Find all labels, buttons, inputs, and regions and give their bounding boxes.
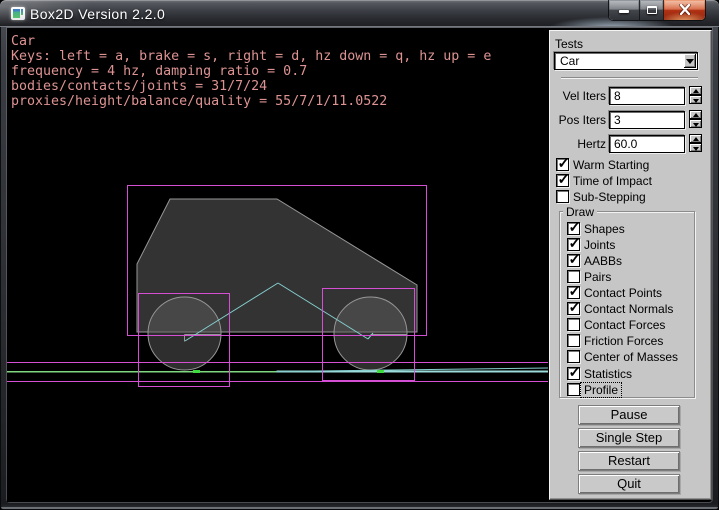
spinner-up-button[interactable] bbox=[689, 110, 702, 119]
close-button[interactable] bbox=[663, 0, 705, 20]
checkbox-warm-starting[interactable]: ✓ bbox=[556, 158, 569, 171]
app-icon-pane bbox=[13, 9, 20, 18]
minimize-button[interactable] bbox=[609, 0, 639, 20]
spinner-label: Vel Iters bbox=[550, 89, 606, 103]
checkbox-time-of-impact[interactable]: ✓ bbox=[556, 174, 569, 187]
hud-line: Keys: left = a, brake = s, right = d, hz… bbox=[11, 49, 491, 64]
checkmark-icon: ✓ bbox=[569, 236, 581, 252]
pause-button[interactable]: Pause bbox=[578, 405, 680, 425]
checkbox-contact-points[interactable]: ✓ bbox=[567, 286, 580, 299]
checkbox-contact-forces[interactable] bbox=[567, 318, 580, 331]
checkbox-label[interactable]: Profile bbox=[581, 383, 621, 397]
checkbox-label[interactable]: Pairs bbox=[584, 270, 611, 284]
arrow-down-icon bbox=[693, 99, 699, 103]
checkmark-icon: ✓ bbox=[569, 365, 581, 381]
contact-point-rear bbox=[193, 370, 200, 373]
checkbox-friction-forces[interactable] bbox=[567, 334, 580, 347]
checkbox-label[interactable]: Shapes bbox=[584, 222, 625, 236]
minimize-sheen bbox=[610, 1, 638, 10]
draw-group-title: Draw bbox=[563, 205, 597, 219]
maximize-icon bbox=[647, 6, 657, 14]
minimize-icon bbox=[619, 10, 629, 13]
checkbox-joints[interactable]: ✓ bbox=[567, 238, 580, 251]
test-select[interactable]: Car bbox=[554, 52, 698, 70]
checkbox-label[interactable]: Statistics bbox=[584, 367, 632, 381]
close-icon bbox=[679, 4, 691, 15]
single-step-button[interactable]: Single Step bbox=[578, 428, 680, 448]
spinner-value: 8 bbox=[614, 89, 621, 103]
checkbox-pairs[interactable] bbox=[567, 270, 580, 283]
arrow-up-icon bbox=[693, 89, 699, 93]
restart-button[interactable]: Restart bbox=[578, 451, 680, 471]
spinner-down-button[interactable] bbox=[689, 143, 702, 152]
arrow-down-icon bbox=[693, 147, 699, 151]
spinner-buttons bbox=[689, 86, 702, 104]
checkbox-label[interactable]: AABBs bbox=[584, 254, 622, 268]
checkbox-sub-stepping[interactable] bbox=[556, 190, 569, 203]
checkbox-statistics[interactable]: ✓ bbox=[567, 367, 580, 380]
rear-wheel bbox=[148, 297, 221, 370]
test-select-value: Car bbox=[560, 54, 579, 68]
checkbox-label[interactable]: Contact Points bbox=[584, 286, 662, 300]
glui-panel: Tests Car Vel Iters8Pos Iters3Hertz60.0 … bbox=[549, 30, 712, 500]
front-wheel bbox=[334, 297, 407, 370]
quit-button[interactable]: Quit bbox=[578, 474, 680, 494]
spinner-label: Hertz bbox=[550, 137, 606, 151]
checkbox-label[interactable]: Time of Impact bbox=[573, 174, 652, 188]
checkbox-aabbs[interactable]: ✓ bbox=[567, 254, 580, 267]
hud-line: Car bbox=[11, 34, 35, 49]
arrow-up-icon bbox=[693, 137, 699, 141]
checkmark-icon: ✓ bbox=[569, 284, 581, 300]
app-icon-bar bbox=[21, 9, 23, 15]
checkbox-label[interactable]: Friction Forces bbox=[584, 334, 663, 348]
spinner-down-button[interactable] bbox=[689, 95, 702, 104]
app-icon[interactable] bbox=[11, 7, 25, 20]
checkbox-label[interactable]: Joints bbox=[584, 238, 615, 252]
checkmark-icon: ✓ bbox=[569, 252, 581, 268]
tests-label: Tests bbox=[555, 37, 583, 51]
caption-button-group bbox=[609, 0, 705, 20]
spinner-field-pos-iters[interactable]: 3 bbox=[609, 111, 685, 129]
contact-point-front bbox=[377, 370, 384, 373]
checkbox-label[interactable]: Sub-Stepping bbox=[573, 190, 646, 204]
window-title: Box2D Version 2.2.0 bbox=[30, 6, 165, 22]
spinner-down-button[interactable] bbox=[689, 119, 702, 128]
checkmark-icon: ✓ bbox=[569, 220, 581, 236]
checkbox-profile[interactable] bbox=[567, 383, 580, 396]
checkbox-label[interactable]: Contact Normals bbox=[584, 302, 673, 316]
checkmark-icon: ✓ bbox=[569, 300, 581, 316]
spinner-up-button[interactable] bbox=[689, 86, 702, 95]
spinner-label: Pos Iters bbox=[550, 113, 606, 127]
spinner-buttons bbox=[689, 110, 702, 128]
checkbox-contact-normals[interactable]: ✓ bbox=[567, 302, 580, 315]
hud-line: bodies/contacts/joints = 31/7/24 bbox=[11, 79, 267, 94]
maximize-button[interactable] bbox=[639, 0, 663, 20]
arrow-down-icon bbox=[693, 123, 699, 127]
spinner-up-button[interactable] bbox=[689, 134, 702, 143]
spinner-buttons bbox=[689, 134, 702, 152]
physics-viewport[interactable]: CarKeys: left = a, brake = s, right = d,… bbox=[7, 28, 548, 502]
spinner-field-hertz[interactable]: 60.0 bbox=[609, 135, 685, 153]
spinner-value: 60.0 bbox=[614, 137, 637, 151]
checkbox-label[interactable]: Center of Masses bbox=[584, 350, 678, 364]
checkbox-label[interactable]: Warm Starting bbox=[573, 158, 649, 172]
app-window: Box2D Version 2.2.0 CarKeys: left = a bbox=[0, 0, 719, 510]
spinner-value: 3 bbox=[614, 113, 621, 127]
checkbox-label[interactable]: Contact Forces bbox=[584, 318, 665, 332]
checkbox-shapes[interactable]: ✓ bbox=[567, 222, 580, 235]
hud-line: frequency = 4 hz, damping ratio = 0.7 bbox=[11, 64, 307, 79]
checkmark-icon: ✓ bbox=[558, 156, 570, 172]
chevron-down-icon bbox=[686, 59, 694, 64]
hud-line: proxies/height/balance/quality = 55/7/1/… bbox=[11, 94, 387, 109]
spinner-field-vel-iters[interactable]: 8 bbox=[609, 87, 685, 105]
separator bbox=[561, 77, 698, 79]
client-area: CarKeys: left = a, brake = s, right = d,… bbox=[7, 28, 712, 502]
dropdown-button[interactable] bbox=[684, 54, 696, 68]
checkbox-center-of-masses[interactable] bbox=[567, 350, 580, 363]
title-bar[interactable]: Box2D Version 2.2.0 bbox=[0, 0, 719, 27]
arrow-up-icon bbox=[693, 113, 699, 117]
checkmark-icon: ✓ bbox=[558, 172, 570, 188]
